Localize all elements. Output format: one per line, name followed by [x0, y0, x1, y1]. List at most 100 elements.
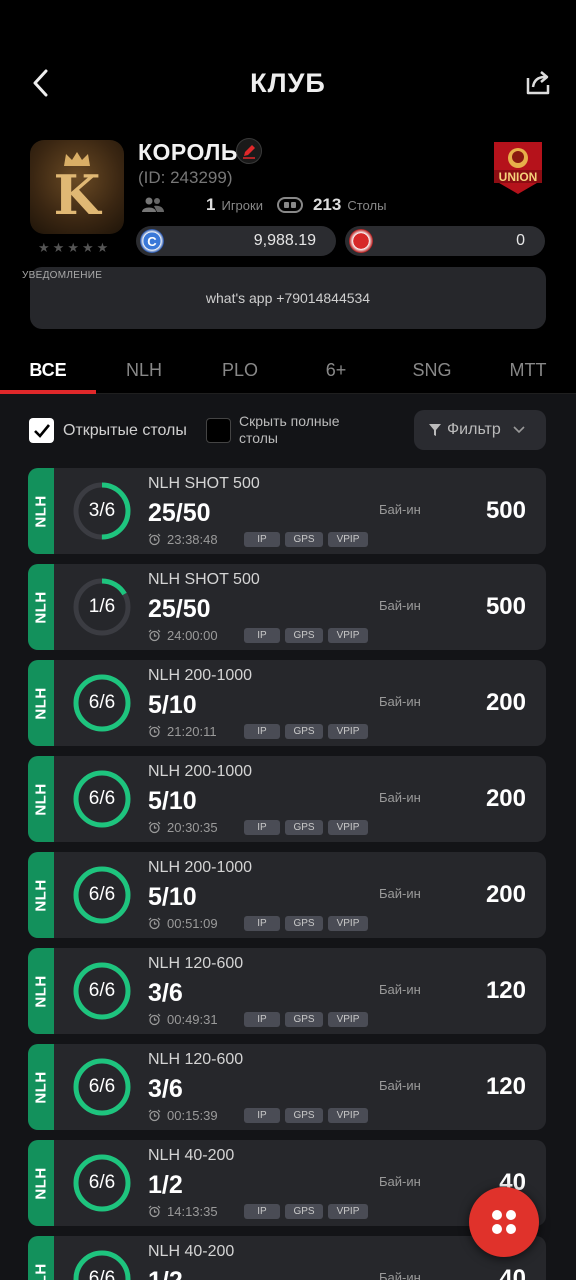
filter-bar: Открытые столы Скрыть полные столы Фильт… — [0, 394, 576, 468]
edit-club-button[interactable] — [236, 138, 262, 164]
table-name: NLH SHOT 500 — [148, 475, 260, 492]
table-row[interactable]: NLH 6/6 NLH 200-1000 5/10 21:20:11 IP GPS VPIP Б… — [28, 660, 546, 746]
table-row[interactable]: NLH 6/6 NLH 40-200 1/2 Бай-ин 40 — [28, 1236, 546, 1280]
club-coin-value: 9,988.19 — [253, 232, 316, 249]
table-blinds: 5/10 — [148, 883, 197, 911]
gps-tag: GPS — [285, 1108, 323, 1123]
game-type-tag: NLH — [28, 756, 54, 842]
seats-count: 6/6 — [88, 1076, 116, 1097]
tab-6plus[interactable]: 6+ — [288, 348, 384, 393]
alarm-clock-icon — [148, 917, 161, 930]
game-type-tag: NLH — [28, 1236, 54, 1280]
game-type-label: NLH — [32, 878, 50, 912]
union-badge[interactable]: UNION — [490, 140, 546, 196]
table-timer: 21:20:11 — [148, 724, 217, 739]
ip-tag: IP — [244, 1012, 280, 1027]
table-timer-value: 24:00:00 — [167, 628, 218, 643]
chevron-down-icon — [513, 426, 525, 434]
vpip-tag: VPIP — [328, 1012, 368, 1027]
gps-tag: GPS — [285, 1204, 323, 1219]
table-row[interactable]: NLH 6/6 NLH 120-600 3/6 00:49:31 IP GPS VPIP Бай… — [28, 948, 546, 1034]
notice-label: УВЕДОМЛЕНИЕ — [22, 270, 103, 281]
users-icon — [142, 197, 164, 212]
crown-icon — [64, 152, 90, 166]
buyin-value: 500 — [485, 497, 526, 524]
game-type-label: NLH — [32, 494, 50, 528]
game-tabs: ВСЕ NLH PLO 6+ SNG MTT — [0, 348, 576, 394]
table-timer-value: 00:49:31 — [167, 1012, 218, 1027]
tab-all[interactable]: ВСЕ — [0, 348, 96, 394]
alarm-clock-icon — [148, 821, 161, 834]
table-row[interactable]: NLH 1/6 NLH SHOT 500 25/50 24:00:00 IP GPS VPIP… — [28, 564, 546, 650]
game-type-tag: NLH — [28, 1140, 54, 1226]
open-tables-label[interactable]: Открытые столы — [63, 422, 187, 440]
buyin-label: Бай-ин — [379, 598, 421, 613]
seats-count: 6/6 — [88, 884, 116, 905]
hide-full-checkbox[interactable] — [206, 418, 231, 443]
alarm-clock-icon — [148, 533, 161, 546]
ip-tag: IP — [244, 532, 280, 547]
table-timer: 00:49:31 — [148, 1012, 218, 1027]
tables-label: Столы — [347, 197, 387, 213]
table-row[interactable]: NLH 3/6 NLH SHOT 500 25/50 23:38:48 IP GPS VPIP… — [28, 468, 546, 554]
buyin-label: Бай-ин — [379, 694, 421, 709]
table-blinds: 1/2 — [148, 1171, 183, 1199]
table-row[interactable]: NLH 6/6 NLH 40-200 1/2 14:13:35 IP GPS VPIP Бай-… — [28, 1140, 546, 1226]
table-name: NLH 200-1000 — [148, 859, 253, 876]
table-timer: 23:38:48 — [148, 532, 218, 547]
tab-plo[interactable]: PLO — [192, 348, 288, 393]
checkmark-icon — [33, 423, 50, 438]
vpip-tag: VPIP — [328, 916, 368, 931]
share-button[interactable] — [524, 68, 554, 98]
game-type-label: NLH — [32, 1262, 50, 1280]
club-coin-icon: C — [140, 229, 164, 253]
pencil-icon — [243, 145, 255, 159]
gps-tag: GPS — [285, 820, 323, 835]
ip-tag: IP — [244, 628, 280, 643]
buyin-value: 40 — [499, 1265, 526, 1280]
table-security-tags: IP GPS VPIP — [244, 532, 368, 547]
notice-box[interactable]: what's app +79014844534 — [30, 267, 546, 329]
gps-tag: GPS — [285, 628, 323, 643]
table-security-tags: IP GPS VPIP — [244, 916, 368, 931]
four-dots-icon — [492, 1210, 516, 1234]
hide-full-label[interactable]: Скрыть полные столы — [239, 413, 369, 447]
table-security-tags: IP GPS VPIP — [244, 1108, 368, 1123]
star-icon: ★ — [38, 240, 50, 255]
vpip-tag: VPIP — [328, 820, 368, 835]
alarm-clock-icon — [148, 629, 161, 642]
seats-count: 6/6 — [88, 980, 116, 1001]
game-type-tag: NLH — [28, 660, 54, 746]
vpip-tag: VPIP — [328, 724, 368, 739]
vpip-tag: VPIP — [328, 1204, 368, 1219]
notice-text: what's app +79014844534 — [205, 290, 371, 306]
seats-count: 6/6 — [88, 692, 116, 713]
table-name: NLH 40-200 — [148, 1243, 235, 1260]
filter-button-label: Фильтр — [447, 421, 501, 438]
tab-mtt[interactable]: MTT — [480, 348, 576, 393]
game-type-tag: NLH — [28, 852, 54, 938]
buyin-label: Бай-ин — [379, 1270, 421, 1280]
tab-sng[interactable]: SNG — [384, 348, 480, 393]
vpip-tag: VPIP — [328, 532, 368, 547]
vpip-tag: VPIP — [328, 628, 368, 643]
table-name: NLH 200-1000 — [148, 763, 253, 780]
star-icon: ★ — [52, 240, 65, 255]
alarm-clock-icon — [148, 1013, 161, 1026]
ip-tag: IP — [244, 916, 280, 931]
table-row[interactable]: NLH 6/6 NLH 200-1000 5/10 00:51:09 IP GPS VPIP Б… — [28, 852, 546, 938]
buyin-label: Бай-ин — [379, 886, 421, 901]
club-name: КОРОЛЬ — [138, 139, 238, 165]
page-title: КЛУБ — [250, 68, 326, 98]
buyin-label: Бай-ин — [379, 1174, 421, 1189]
filter-button[interactable]: Фильтр — [414, 410, 546, 450]
seats-count: 1/6 — [88, 596, 116, 617]
tab-nlh[interactable]: NLH — [96, 348, 192, 393]
table-row[interactable]: NLH 6/6 NLH 200-1000 5/10 20:30:35 IP GPS VPIP Б… — [28, 756, 546, 842]
table-row[interactable]: NLH 6/6 NLH 120-600 3/6 00:15:39 IP GPS VPIP Бай… — [28, 1044, 546, 1130]
table-timer: 14:13:35 — [148, 1204, 218, 1219]
menu-fab-button[interactable] — [469, 1187, 539, 1257]
open-tables-checkbox[interactable] — [29, 418, 54, 443]
game-type-label: NLH — [32, 782, 50, 816]
top-bar: КЛУБ — [0, 0, 576, 130]
